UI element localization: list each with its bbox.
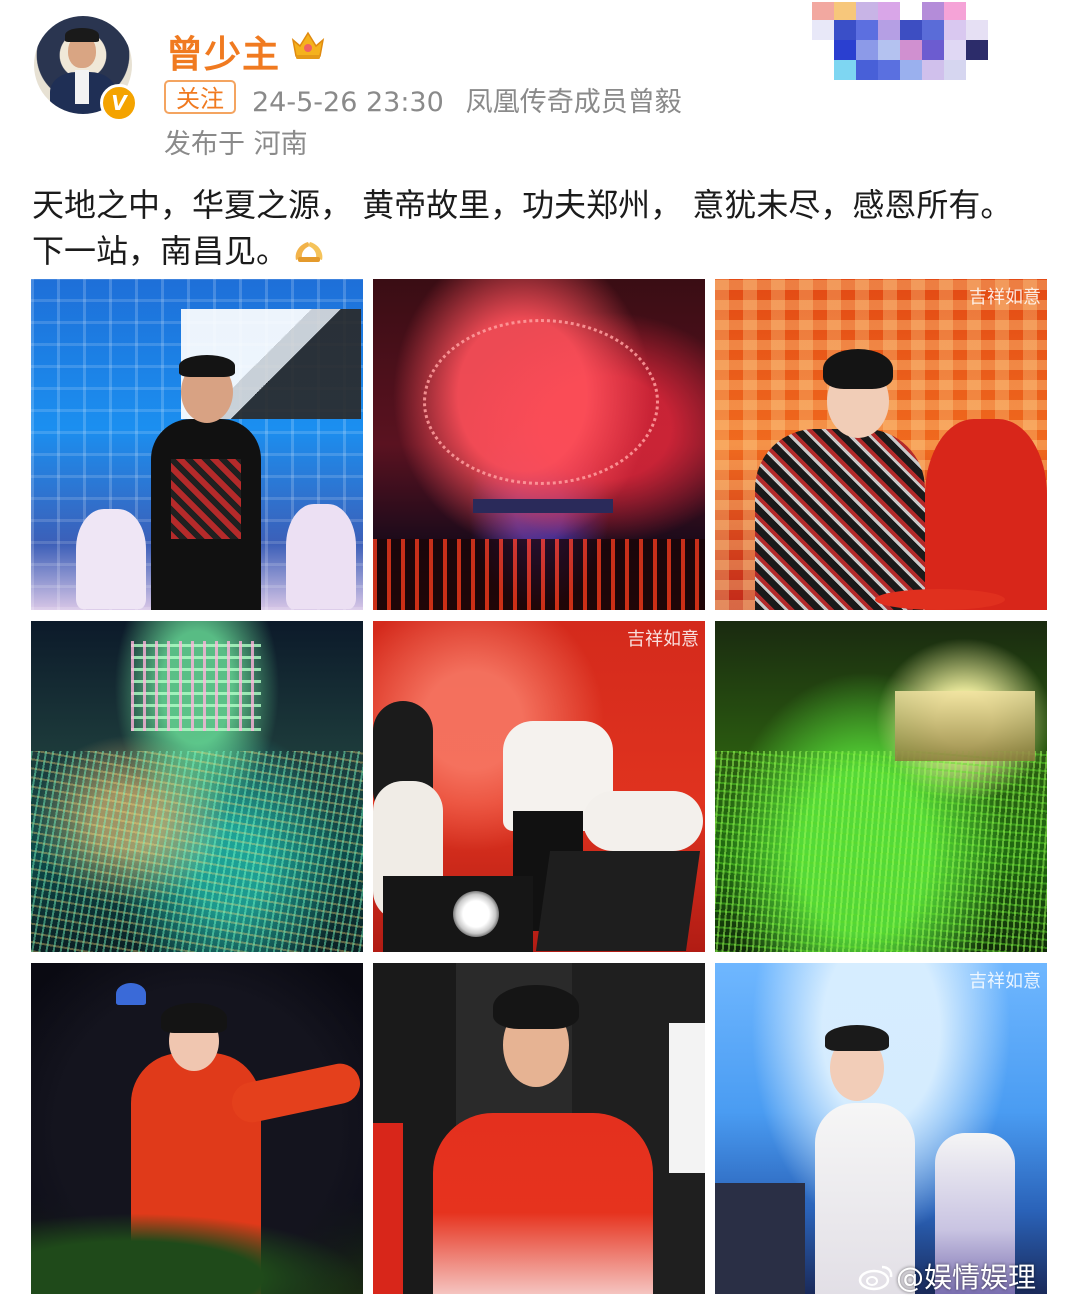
weibo-handle: @娱情娱理	[896, 1261, 1037, 1294]
post-text-line-1: 天地之中，华夏之源， 黄帝故里，功夫郑州， 意犹未尽，感恩所有。	[32, 186, 1013, 224]
post-image-5[interactable]: 吉祥如意	[373, 621, 705, 952]
blurred-region	[800, 0, 1050, 82]
post-meta: 24-5-26 23:30 凤凰传奇成员曾毅	[252, 80, 682, 119]
post-image-1[interactable]	[31, 279, 363, 610]
post-location: 发布于 河南	[164, 129, 308, 160]
post-timestamp: 24-5-26 23:30	[252, 87, 444, 118]
weibo-watermark: @娱情娱理	[858, 1256, 1036, 1296]
post-image-2[interactable]	[373, 279, 705, 610]
post-image-6[interactable]	[715, 621, 1047, 952]
post-text: 天地之中，华夏之源， 黄帝故里，功夫郑州， 意犹未尽，感恩所有。 下一站，南昌见…	[32, 182, 1052, 274]
image-watermark: 吉祥如意	[627, 629, 699, 650]
verified-v-icon: V	[100, 84, 138, 122]
post-source: 凤凰传奇成员曾毅	[465, 87, 682, 118]
post-header: V 曾少主 关注 24-5-26 23:30 凤凰传奇成员曾毅 发布于 河南	[0, 0, 1080, 170]
post-text-line-2: 下一站，南昌见。	[32, 228, 1052, 274]
post-image-9[interactable]: 吉祥如意	[715, 963, 1047, 1294]
author-name[interactable]: 曾少主	[166, 24, 280, 78]
post-image-7[interactable]	[31, 963, 363, 1294]
folded-hands-emoji-icon	[295, 242, 323, 262]
image-grid: 吉祥如意 吉祥如意 吉祥如意 @娱情娱理	[31, 279, 1047, 1299]
post-image-3[interactable]: 吉祥如意	[715, 279, 1047, 610]
follow-button[interactable]: 关注	[164, 80, 236, 114]
post-image-8[interactable]	[373, 963, 705, 1294]
weibo-logo-icon	[858, 1265, 893, 1291]
post-image-4[interactable]	[31, 621, 363, 952]
crown-icon	[291, 31, 325, 59]
image-watermark: 吉祥如意	[969, 971, 1041, 992]
image-watermark: 吉祥如意	[969, 287, 1041, 308]
